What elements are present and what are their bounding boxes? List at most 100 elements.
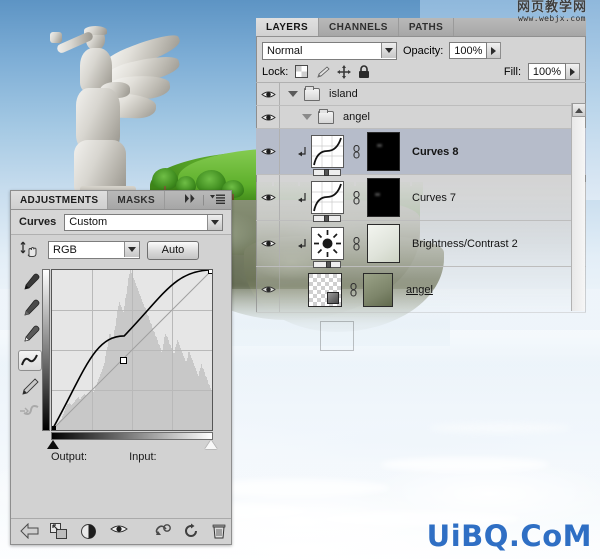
lock-position-icon[interactable]	[337, 64, 352, 79]
chevron-down-icon[interactable]	[207, 214, 222, 230]
panel-menu-icon[interactable]	[210, 194, 225, 207]
toggle-layer-visibility-icon[interactable]	[110, 523, 128, 540]
layer-mask-thumbnail[interactable]	[367, 132, 400, 171]
layer-row-curves-7[interactable]: Curves 7	[256, 175, 586, 222]
layer-mask-thumbnail[interactable]	[367, 178, 400, 217]
eye-icon[interactable]	[260, 89, 276, 100]
link-icon[interactable]	[352, 190, 361, 205]
tab-channels[interactable]: CHANNELS	[319, 18, 399, 36]
visibility-toggle-brightness-contrast-2[interactable]	[256, 221, 280, 266]
layer-row-island[interactable]: island	[256, 83, 586, 106]
layers-scrollbar[interactable]	[571, 103, 586, 311]
visibility-toggle-partial[interactable]	[256, 313, 280, 359]
auto-button[interactable]: Auto	[147, 240, 199, 260]
visibility-toggle-angel-group[interactable]	[256, 106, 280, 128]
tab-masks[interactable]: MASKS	[108, 191, 165, 209]
eye-icon[interactable]	[260, 238, 276, 249]
lock-row: Lock: Fill: 100%	[256, 61, 586, 83]
lock-transparent-pixels-icon[interactable]	[295, 64, 309, 79]
layer-thumbnail-angel[interactable]	[308, 272, 342, 307]
blend-mode-row: Normal Opacity: 100%	[256, 37, 586, 61]
black-input-slider[interactable]	[47, 440, 59, 449]
reset-to-default-icon[interactable]	[183, 523, 199, 540]
preset-dropdown[interactable]: Custom	[64, 213, 223, 231]
watermark-bottom-right: UiBQ.CoM	[426, 519, 592, 553]
chevron-down-icon[interactable]	[381, 42, 396, 58]
curves-graph[interactable]	[51, 269, 213, 431]
angel-statue	[36, 14, 206, 209]
eye-icon[interactable]	[260, 146, 276, 157]
lock-all-icon[interactable]	[358, 64, 372, 79]
chevron-down-icon[interactable]	[124, 242, 139, 257]
tab-layers[interactable]: LAYERS	[256, 18, 320, 36]
return-to-adjustment-list-icon[interactable]	[20, 522, 39, 540]
brightness-contrast-thumbnail[interactable]	[311, 227, 344, 260]
layer-row-brightness-contrast-2[interactable]: Brightness/Contrast 2	[256, 221, 586, 268]
layer-mask-thumbnail-angel[interactable]	[363, 272, 393, 307]
curve-point-tool-icon[interactable]	[18, 350, 42, 371]
white-point-eyedropper-icon[interactable]	[18, 324, 42, 345]
targeted-adjustment-hand-icon[interactable]	[19, 239, 41, 261]
link-icon[interactable]	[349, 282, 358, 297]
visibility-toggle-curves-7[interactable]	[256, 175, 280, 220]
black-point-eyedropper-icon[interactable]	[18, 272, 42, 293]
curves-thumbnail[interactable]	[311, 181, 344, 214]
blend-mode-dropdown[interactable]: Normal	[262, 41, 397, 60]
view-previous-state-icon[interactable]	[80, 523, 97, 540]
layer-name-brightness-contrast-2: Brightness/Contrast 2	[412, 237, 518, 250]
curves-body: Output: Input:	[11, 265, 231, 463]
layer-list[interactable]: island angel Curves 8 Curves 7 Brightnes…	[256, 83, 586, 359]
smooth-curve-icon[interactable]	[18, 402, 42, 423]
white-input-slider[interactable]	[205, 440, 217, 449]
layer-row-partial[interactable]	[256, 313, 586, 359]
double-chevron-right-icon[interactable]	[184, 194, 197, 206]
layer-row-angel[interactable]: angel	[256, 267, 586, 313]
channel-row: RGB Auto	[11, 235, 231, 265]
group-expand-arrow-island[interactable]	[288, 91, 298, 97]
link-icon[interactable]	[352, 144, 361, 159]
curves-thumbnail[interactable]	[311, 135, 344, 168]
layer-row-angel-group[interactable]: angel	[256, 106, 586, 129]
eye-icon[interactable]	[260, 284, 276, 295]
opacity-stepper[interactable]	[487, 42, 502, 59]
link-icon[interactable]	[352, 236, 361, 251]
curve-point-shadow[interactable]	[52, 426, 56, 430]
channel-dropdown[interactable]: RGB	[48, 241, 140, 259]
layer-mask-thumbnail[interactable]	[367, 224, 400, 263]
adjustments-tab-bar: ADJUSTMENTS MASKS |	[11, 191, 231, 210]
visibility-toggle-island[interactable]	[256, 83, 280, 105]
clipping-mask-arrow-icon	[298, 239, 307, 249]
layer-thumbnail-partial[interactable]	[320, 321, 354, 351]
visibility-toggle-angel[interactable]	[256, 267, 280, 312]
folder-icon	[318, 108, 334, 124]
fill-stepper[interactable]	[566, 63, 580, 80]
layer-name-angel: angel	[406, 283, 433, 296]
delete-adjustment-layer-icon[interactable]	[212, 523, 226, 540]
adjustments-panel[interactable]: ADJUSTMENTS MASKS | Curves Custom RGB Au…	[10, 190, 232, 545]
scroll-up-arrow-icon[interactable]	[572, 103, 586, 117]
folder-icon	[304, 85, 320, 101]
opacity-label: Opacity:	[403, 44, 444, 57]
opacity-input[interactable]: 100%	[449, 42, 488, 59]
eye-icon[interactable]	[260, 192, 276, 203]
layer-row-curves-8[interactable]: Curves 8	[256, 129, 586, 176]
reset-adjustment-icon[interactable]	[153, 523, 171, 540]
eye-icon[interactable]	[260, 112, 276, 123]
group-expand-arrow-angel[interactable]	[302, 114, 312, 120]
curves-graph-wrapper[interactable]	[42, 269, 227, 449]
gray-point-eyedropper-icon[interactable]	[18, 298, 42, 319]
curve-point-highlight[interactable]	[208, 270, 212, 274]
watermark-top-right: 网页教学网 www.webjx.com	[504, 1, 600, 25]
input-label: Input:	[129, 451, 157, 463]
tab-paths[interactable]: PATHS	[398, 18, 455, 36]
fill-input[interactable]: 100%	[528, 63, 566, 80]
visibility-toggle-curves-8[interactable]	[256, 129, 280, 174]
layers-panel[interactable]: LAYERS CHANNELS PATHS Normal Opacity: 10…	[256, 18, 586, 351]
lock-image-pixels-icon[interactable]	[316, 65, 330, 79]
clip-to-layer-icon[interactable]	[50, 523, 67, 540]
panel-tab-icons: |	[178, 191, 231, 209]
output-input-row: Output: Input:	[51, 451, 231, 463]
tab-adjustments[interactable]: ADJUSTMENTS	[11, 191, 109, 209]
curve-point-midtone[interactable]	[120, 357, 127, 364]
pencil-draw-curve-icon[interactable]	[18, 376, 42, 397]
